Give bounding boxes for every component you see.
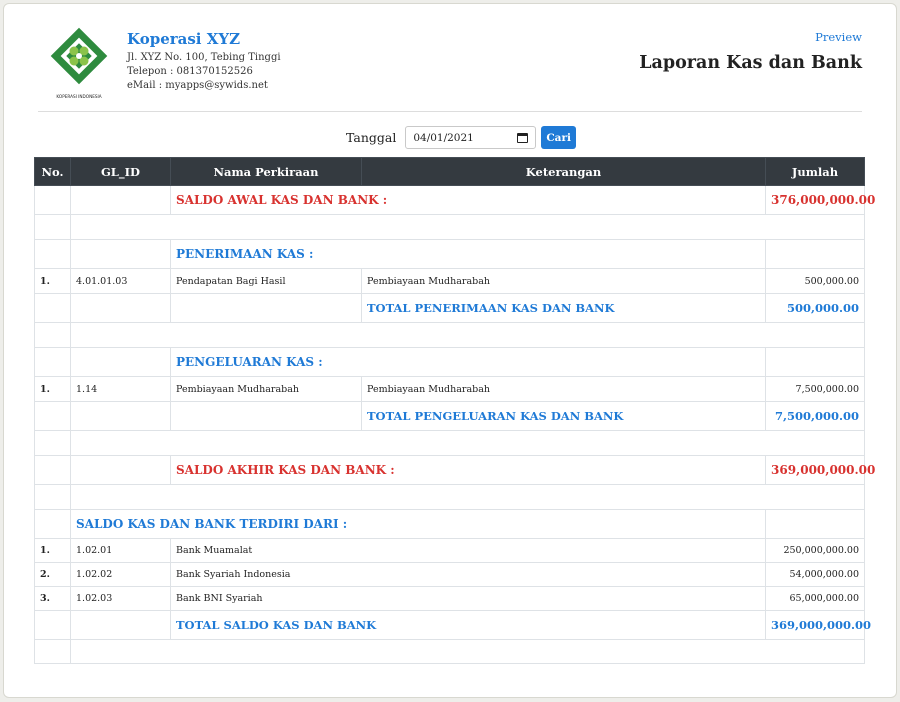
pengeluaran-heading: PENGELUARAN KAS : [170,347,766,377]
row-gl-id: 1.02.03 [70,586,171,611]
col-nama-perkiraan: Nama Perkiraan [170,157,362,186]
company-email: eMail : myapps@sywids.net [127,80,268,91]
saldo-awal-row: SALDO AWAL KAS DAN BANK : 376,000,000.00 [34,185,875,215]
row-nama: Bank Muamalat [170,538,766,563]
date-input[interactable]: 04/01/2021 [405,126,537,149]
pengeluaran-total-label: TOTAL PENGELUARAN KAS DAN BANK [361,401,766,431]
spacer-row [34,639,865,664]
row-jumlah: 250,000,000.00 [765,538,865,563]
table-row: 3. 1.02.03 Bank BNI Syariah 65,000,000.0… [34,586,865,611]
penerimaan-total-amount: 500,000.00 [765,293,865,323]
penerimaan-total-row: TOTAL PENERIMAAN KAS DAN BANK 500,000.00 [34,293,865,323]
company-name: Koperasi XYZ [127,30,241,48]
pengeluaran-heading-row: PENGELUARAN KAS : [34,347,865,377]
spacer-row [34,214,865,240]
row-jumlah: 65,000,000.00 [765,586,865,611]
col-keterangan: Keterangan [361,157,766,186]
row-no: 2. [34,562,71,587]
terdiri-total-label: TOTAL SALDO KAS DAN BANK [170,610,766,640]
saldo-akhir-row: SALDO AKHIR KAS DAN BANK : 369,000,000.0… [34,455,875,485]
row-nama: Bank BNI Syariah [170,586,766,611]
row-gl-id: 1.02.01 [70,538,171,563]
saldo-akhir-label: SALDO AKHIR KAS DAN BANK : [170,455,766,485]
row-jumlah: 54,000,000.00 [765,562,865,587]
spacer-row [34,484,865,510]
col-jumlah: Jumlah [765,157,865,186]
row-no: 1. [34,538,71,563]
row-keterangan: Pembiayaan Mudharabah [361,376,766,402]
col-no: No. [34,157,71,186]
penerimaan-total-label: TOTAL PENERIMAAN KAS DAN BANK [361,293,766,323]
penerimaan-heading: PENERIMAAN KAS : [170,239,766,269]
row-gl-id: 4.01.01.03 [70,268,171,294]
saldo-awal-label: SALDO AWAL KAS DAN BANK : [170,185,766,215]
row-no: 1. [34,268,71,294]
svg-text:KOPERASI INDONESIA: KOPERASI INDONESIA [56,94,101,99]
penerimaan-heading-row: PENERIMAAN KAS : [34,239,865,269]
table-row: 1. 4.01.01.03 Pendapatan Bagi Hasil Pemb… [34,268,865,294]
terdiri-heading-row: SALDO KAS DAN BANK TERDIRI DARI : [34,509,865,539]
preview-link[interactable]: Preview [815,30,862,44]
date-value: 04/01/2021 [413,131,474,144]
terdiri-total-amount: 369,000,000.00 [765,610,871,640]
col-gl-id: GL_ID [70,157,171,186]
company-address: Jl. XYZ No. 100, Tebing Tinggi [127,52,281,63]
row-nama: Pendapatan Bagi Hasil [170,268,362,294]
row-jumlah: 7,500,000.00 [765,376,865,402]
row-no: 3. [34,586,71,611]
row-nama: Pembiayaan Mudharabah [170,376,362,402]
report-table: No. GL_ID Nama Perkiraan Keterangan Juml… [34,157,875,664]
calendar-icon[interactable] [517,132,529,143]
saldo-akhir-amount: 369,000,000.00 [765,455,875,485]
table-row: 1. 1.14 Pembiayaan Mudharabah Pembiayaan… [34,376,865,402]
table-row: 1. 1.02.01 Bank Muamalat 250,000,000.00 [34,538,865,563]
date-filter: Tanggal 04/01/2021 Cari [346,126,577,149]
terdiri-heading: SALDO KAS DAN BANK TERDIRI DARI : [70,509,766,539]
pengeluaran-total-row: TOTAL PENGELUARAN KAS DAN BANK 7,500,000… [34,401,865,431]
date-label: Tanggal [346,130,397,145]
pengeluaran-total-amount: 7,500,000.00 [765,401,865,431]
report-title: Laporan Kas dan Bank [639,53,862,73]
row-no: 1. [34,376,71,402]
search-button[interactable]: Cari [541,126,577,149]
company-phone: Telepon : 081370152526 [127,66,253,77]
row-jumlah: 500,000.00 [765,268,865,294]
spacer-row [34,430,865,456]
row-keterangan: Pembiayaan Mudharabah [361,268,766,294]
saldo-awal-amount: 376,000,000.00 [765,185,875,215]
terdiri-total-row: TOTAL SALDO KAS DAN BANK 369,000,000.00 [34,610,871,640]
spacer-row [34,322,865,348]
company-info: Koperasi XYZ Jl. XYZ No. 100, Tebing Tin… [127,30,281,93]
row-nama: Bank Syariah Indonesia [170,562,766,587]
table-row: 2. 1.02.02 Bank Syariah Indonesia 54,000… [34,562,865,587]
row-gl-id: 1.14 [70,376,171,402]
row-gl-id: 1.02.02 [70,562,171,587]
header-divider [38,111,862,112]
koperasi-logo: KOPERASI INDONESIA [50,27,108,99]
